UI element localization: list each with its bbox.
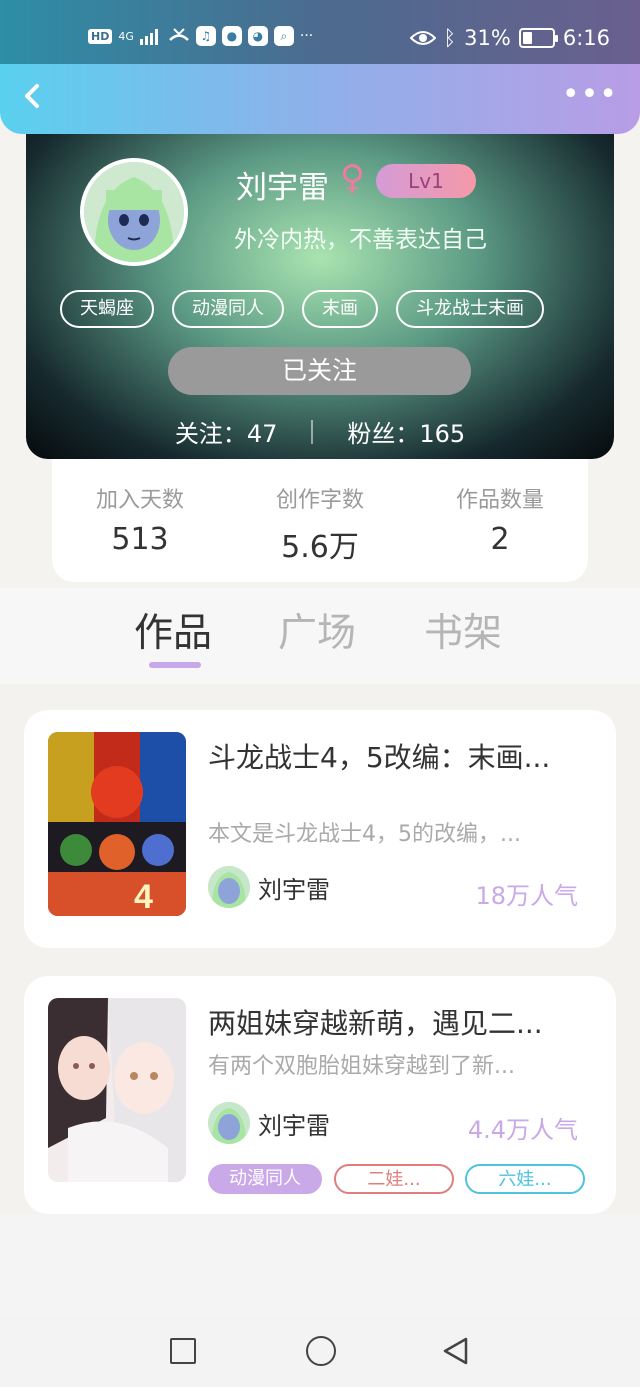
battery-fill xyxy=(522,32,532,44)
wechat-icon: ◕ xyxy=(247,26,268,46)
profile-tag[interactable]: 天蝎座 xyxy=(60,290,154,328)
book-cover[interactable]: 4 xyxy=(48,732,186,916)
author-name: 刘宇雷 xyxy=(258,1111,330,1140)
stat-value: 513 xyxy=(111,522,169,557)
profile-tag[interactable]: 动漫同人 xyxy=(172,290,284,328)
chat-icon: ● xyxy=(221,26,242,46)
book-description: 有两个双胞胎姐妹穿越到了新... xyxy=(208,1054,515,1079)
stat-value: 5.6万 xyxy=(281,530,359,565)
eye-icon xyxy=(409,31,436,45)
chevron-left-icon[interactable] xyxy=(18,78,48,114)
status-bar-right: ᛒ 31% 6:16 xyxy=(409,26,610,50)
more-dots-icon: ··· xyxy=(299,28,314,44)
avatar xyxy=(208,866,250,908)
stat-label: 创作字数 xyxy=(275,488,364,513)
work-card[interactable]: 4 斗龙战士4，5改编：末画... 本文是斗龙战士4，5的改编，... 刘宇雷 … xyxy=(24,710,616,948)
book-tag[interactable]: 动漫同人 xyxy=(208,1164,322,1194)
avatar xyxy=(208,1102,250,1144)
profile-tag[interactable]: 斗龙战士末画 xyxy=(396,290,544,328)
follow-counts: 关注：47 粉丝：165 xyxy=(26,414,614,449)
home-icon[interactable] xyxy=(306,1336,336,1366)
tab-works[interactable]: 作品 xyxy=(134,602,212,658)
recent-apps-icon[interactable] xyxy=(170,1338,196,1364)
profile-tags: 天蝎座 动漫同人 末画 斗龙战士末画 xyxy=(60,290,544,328)
svg-text:4: 4 xyxy=(134,878,153,916)
following-label: 关注： xyxy=(174,420,247,448)
profile-header: 刘宇雷 ♀ Lv1 外冷内热，不善表达自己 天蝎座 动漫同人 末画 斗龙战士末画… xyxy=(26,124,614,459)
book-tag[interactable]: 六娃... xyxy=(465,1164,585,1194)
profile-bio: 外冷内热，不善表达自己 xyxy=(234,227,487,253)
music-icon: ♫ xyxy=(195,26,216,46)
book-title[interactable]: 两姐妹穿越新萌，遇见二... xyxy=(208,1002,594,1042)
empty-area xyxy=(0,1214,640,1314)
divider xyxy=(311,419,314,444)
following-value: 47 xyxy=(246,420,278,448)
tab-indicator xyxy=(149,662,201,668)
stat-word-count: 创作字数 5.6万 xyxy=(230,482,410,566)
tab-square[interactable]: 广场 xyxy=(278,602,356,658)
stat-label: 作品数量 xyxy=(455,488,544,513)
book-title[interactable]: 斗龙战士4，5改编：末画... xyxy=(208,736,594,776)
popularity-count: 4.4万人气 xyxy=(467,1116,578,1144)
fans-count[interactable]: 粉丝：165 xyxy=(347,414,465,449)
status-bar-left: HD 4G ♫ ● ◕ ⌕ ··· xyxy=(88,26,313,46)
missed-call-icon xyxy=(168,28,189,41)
following-count[interactable]: 关注：47 xyxy=(175,414,278,449)
popularity-count: 18万人气 xyxy=(475,882,578,910)
follow-button[interactable]: 已关注 xyxy=(168,347,471,395)
stats-panel: 加入天数 513 创作字数 5.6万 作品数量 2 xyxy=(52,450,588,582)
female-icon: ♀ xyxy=(340,158,365,198)
tab-bookshelf[interactable]: 书架 xyxy=(424,602,502,658)
stat-value: 2 xyxy=(490,522,510,557)
book-description: 本文是斗龙战士4，5的改编，... xyxy=(208,822,521,847)
author-name: 刘宇雷 xyxy=(258,875,330,904)
stat-join-days: 加入天数 513 xyxy=(50,482,230,557)
book-author[interactable]: 刘宇雷 xyxy=(208,866,330,908)
bluetooth-icon: ᛒ xyxy=(443,26,457,50)
hd-icon: HD xyxy=(88,28,113,44)
more-dots-icon[interactable]: ••• xyxy=(562,78,618,112)
clock: 6:16 xyxy=(562,26,610,50)
system-nav-bar xyxy=(0,1314,640,1387)
tab-bar: 作品 广场 书架 xyxy=(0,588,640,684)
signal-icon xyxy=(139,29,158,45)
stat-label: 加入天数 xyxy=(95,488,184,513)
back-icon[interactable] xyxy=(440,1336,470,1366)
fans-value: 165 xyxy=(419,420,466,448)
stat-works-count: 作品数量 2 xyxy=(410,482,590,557)
book-tag[interactable]: 二娃... xyxy=(334,1164,454,1194)
battery-icon xyxy=(518,28,558,48)
avatar[interactable] xyxy=(80,158,188,266)
book-cover[interactable] xyxy=(48,998,186,1182)
network-label: 4G xyxy=(118,29,134,43)
status-bar: HD 4G ♫ ● ◕ ⌕ ··· ᛒ 31% 6:16 xyxy=(0,0,640,64)
work-card[interactable]: 两姐妹穿越新萌，遇见二... 有两个双胞胎姐妹穿越到了新... 刘宇雷 4.4万… xyxy=(24,976,616,1214)
battery-percent: 31% xyxy=(464,26,511,50)
profile-tag[interactable]: 末画 xyxy=(302,290,378,328)
level-badge: Lv1 xyxy=(376,164,476,198)
top-nav-bar: ••• xyxy=(0,64,640,134)
search-app-icon: ⌕ xyxy=(273,26,294,46)
book-author[interactable]: 刘宇雷 xyxy=(208,1102,330,1144)
profile-name: 刘宇雷 xyxy=(236,170,329,206)
fans-label: 粉丝： xyxy=(347,420,420,448)
works-list: 4 斗龙战士4，5改编：末画... 本文是斗龙战士4，5的改编，... 刘宇雷 … xyxy=(0,684,640,1214)
